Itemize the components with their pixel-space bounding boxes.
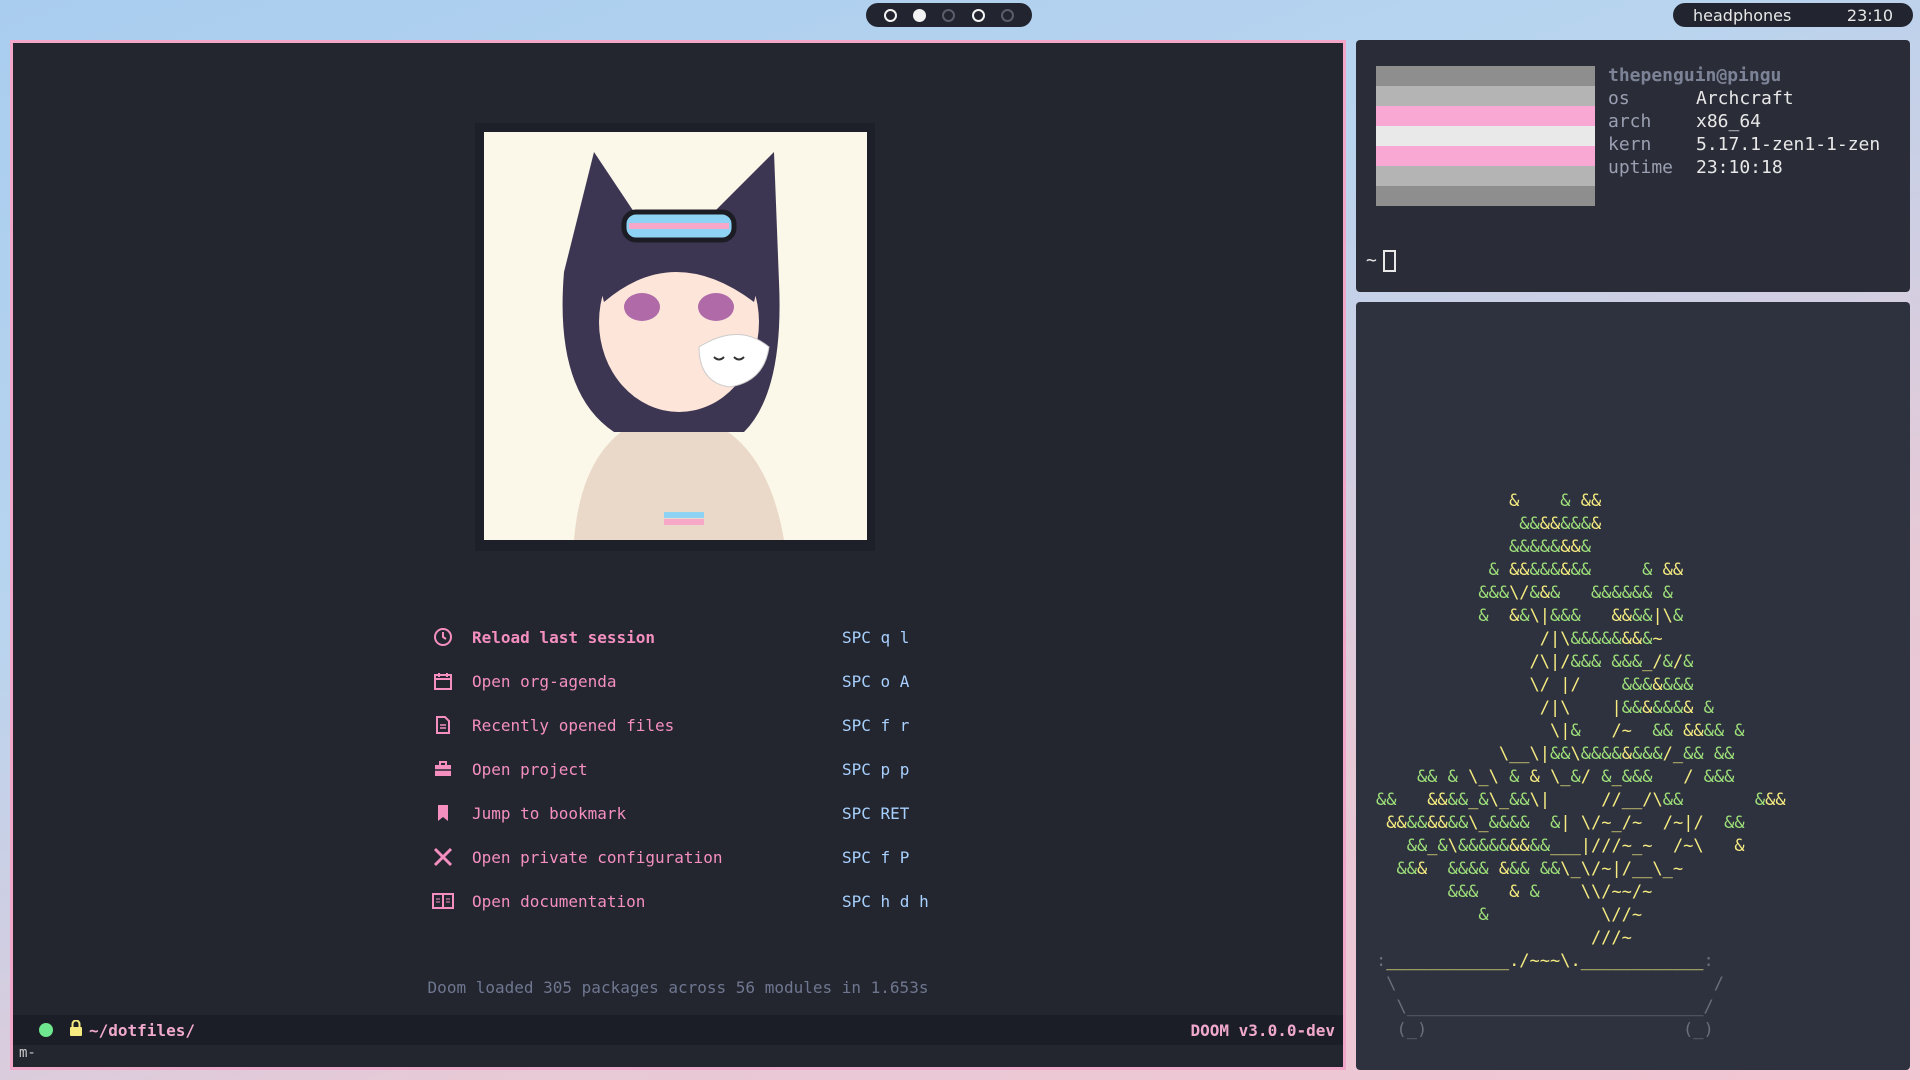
audio-output[interactable]: headphones [1693, 6, 1791, 25]
doom-version: DOOM v3.0.0-dev [1190, 1020, 1336, 1040]
info-row: uptime 23:10:18 [1608, 156, 1880, 179]
flag-stripe [1376, 86, 1595, 106]
info-row: kern 5.17.1-zen1-1-zen [1608, 133, 1880, 156]
dashboard-item-keybinding: SPC RET [842, 803, 910, 823]
tools-icon [431, 845, 455, 869]
flag-stripe [1376, 126, 1595, 146]
dashboard-item-label: Open org-agenda [472, 671, 617, 691]
dashboard-item-keybinding: SPC o A [842, 671, 910, 691]
workspace-3[interactable] [942, 8, 956, 22]
dashboard-item[interactable]: Recently opened files SPC f r [431, 713, 909, 737]
flag-stripe [1376, 166, 1595, 186]
system-info: thepenguin@pingu os Archcraft arch x86_64 ke… [1608, 64, 1880, 179]
info-value: 23:10:18 [1696, 157, 1783, 178]
dashboard-item-keybinding: SPC q l [842, 627, 910, 647]
dashboard-item-keybinding: SPC p p [842, 759, 910, 779]
info-row: arch x86_64 [1608, 110, 1880, 133]
dashboard-banner [475, 123, 875, 551]
briefcase-icon [431, 757, 455, 781]
anime-cat-girl-image [484, 132, 867, 540]
text-cursor [1382, 250, 1396, 272]
shell-prompt[interactable]: ~ [1366, 250, 1396, 272]
dashboard-item[interactable]: Open project SPC p p [431, 757, 909, 781]
workspace-4[interactable] [971, 8, 985, 22]
dashboard-item[interactable]: Open org-agenda SPC o A [431, 669, 909, 693]
bonsai-ascii-art: & & && &&&&&&&& &&&&&&&& & &&&&&&&& & &&… [1376, 491, 1786, 1040]
dashboard-item[interactable]: Reload last session SPC q l [431, 625, 909, 649]
workspace-1[interactable] [884, 8, 898, 22]
info-key: os [1608, 88, 1630, 109]
dashboard-item-label: Open private configuration [472, 847, 723, 867]
dashboard-item[interactable]: Open documentation SPC h d h [431, 889, 929, 913]
status-bar: headphones 23:10 [1673, 3, 1913, 27]
flag-stripe [1376, 106, 1595, 126]
file-text-icon [431, 713, 455, 737]
info-key: uptime [1608, 157, 1674, 178]
dashboard-item-keybinding: SPC h d h [842, 891, 929, 911]
info-key: arch [1608, 111, 1652, 132]
calendar-icon [431, 669, 455, 693]
info-row: os Archcraft [1608, 87, 1880, 110]
emacs-window[interactable]: Reload last session SPC q l Open org-agend… [10, 40, 1346, 1070]
dashboard-item-label: Recently opened files [472, 715, 675, 735]
history-icon [431, 625, 455, 649]
workspace-2-active[interactable] [913, 8, 927, 22]
book-icon [431, 889, 455, 913]
workspace-indicator[interactable] [866, 3, 1032, 27]
bonsai-terminal-window[interactable]: & & && &&&&&&&& &&&&&&&& & &&&&&&&& & &&… [1356, 302, 1910, 1070]
info-value: 5.17.1-zen1-1-zen [1696, 134, 1881, 155]
dashboard-item-keybinding: SPC f r [842, 715, 910, 735]
dashboard-item-label: Reload last session [472, 627, 656, 647]
flag-stripe [1376, 186, 1595, 206]
dashboard-item-keybinding: SPC f P [842, 847, 910, 867]
status-dot-icon [39, 1023, 53, 1037]
bookmark-icon [431, 801, 455, 825]
flag-stripe [1376, 66, 1595, 86]
trans-flag-image [1376, 66, 1595, 226]
dashboard-item-label: Open documentation [472, 891, 646, 911]
buffer-path: ~/dotfiles/ [89, 1020, 195, 1040]
flag-stripe [1376, 146, 1595, 166]
clock: 23:10 [1846, 5, 1893, 25]
dashboard-item-label: Open project [472, 759, 588, 779]
lock-icon [69, 1019, 83, 1040]
fetch-terminal-window[interactable]: thepenguin@pingu os Archcraft arch x86_64 ke… [1356, 40, 1910, 292]
dashboard-item[interactable]: Open private configuration SPC f P [431, 845, 909, 869]
dashboard-item[interactable]: Jump to bookmark SPC RET [431, 801, 909, 825]
dashboard-item-label: Jump to bookmark [472, 803, 627, 823]
minibuffer[interactable]: m- [19, 1045, 36, 1067]
load-stats: Doom loaded 305 packages across 56 modul… [427, 978, 929, 997]
info-value: Archcraft [1696, 88, 1794, 109]
modeline: ~/dotfiles/ DOOM v3.0.0-dev [13, 1015, 1343, 1045]
user-host: thepenguin@pingu [1608, 65, 1782, 86]
info-value: x86_64 [1696, 111, 1762, 132]
info-key: kern [1608, 134, 1652, 155]
workspace-5[interactable] [1000, 8, 1014, 22]
